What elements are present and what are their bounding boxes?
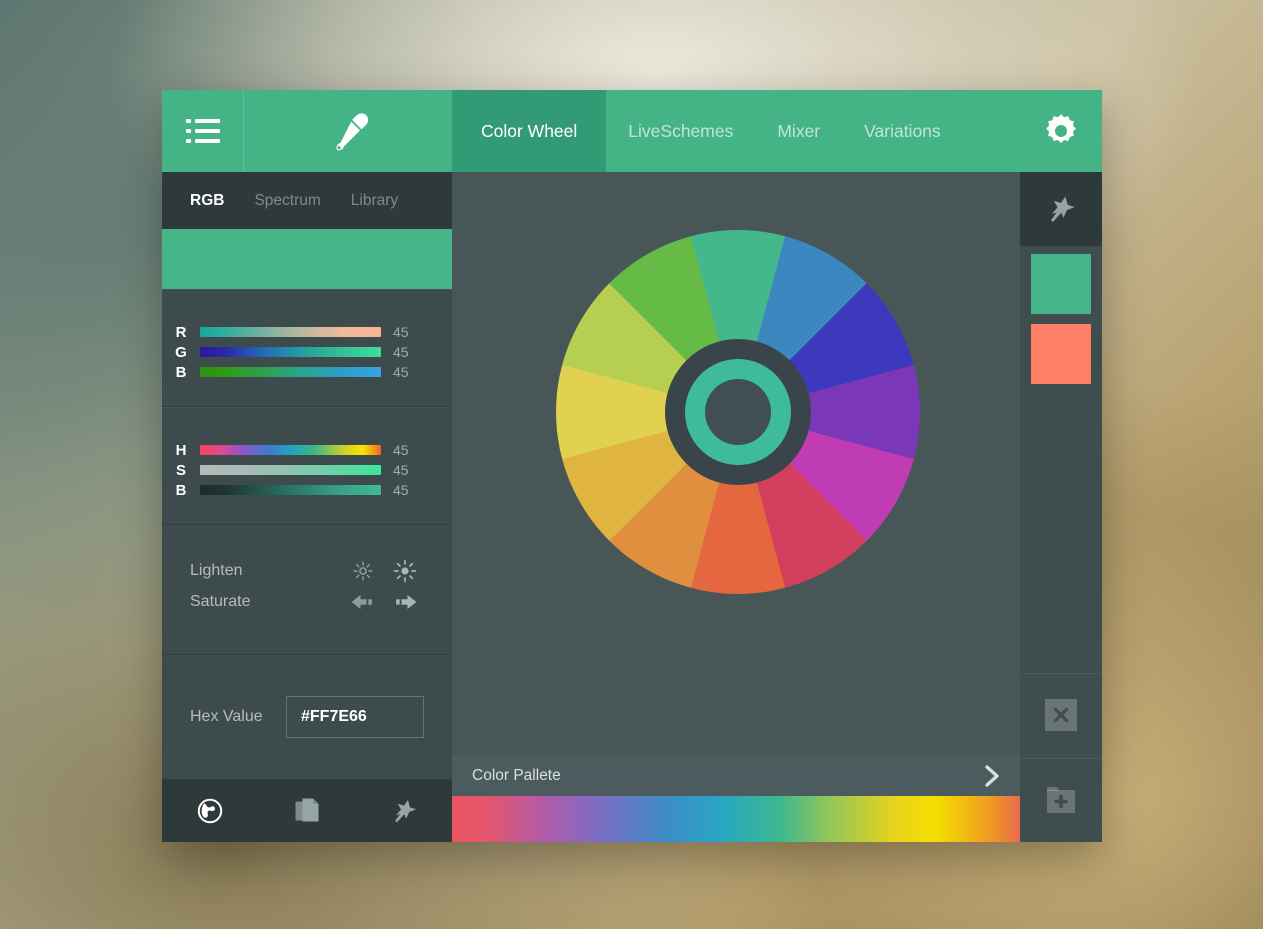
saturate-button[interactable]: [384, 592, 426, 612]
color-palette-header[interactable]: Color Pallete: [452, 755, 1020, 796]
subtab-library[interactable]: Library: [351, 192, 398, 210]
gear-icon: [1041, 111, 1081, 151]
wheel-hub-ring[interactable]: [685, 359, 791, 465]
slider-value-r: 45: [393, 324, 409, 340]
center-panel: Color Pallete: [452, 172, 1020, 842]
adjust-label-saturate: Saturate: [190, 593, 251, 610]
tab-mixer[interactable]: Mixer: [755, 90, 842, 172]
menu-button[interactable]: [162, 90, 243, 172]
slider-value-h: 45: [393, 442, 409, 458]
pin-icon: [389, 796, 419, 826]
top-toolbar: Color Wheel LiveSchemes Mixer Variations: [162, 90, 1102, 172]
eyedropper-button[interactable]: [244, 90, 452, 172]
sun-large-icon: [393, 559, 417, 583]
left-panel: RGB Spectrum Library R 45 G 45 B 45 H 45…: [162, 172, 452, 842]
remove-swatch-button[interactable]: [1020, 673, 1102, 757]
left-footer-toolbar: [162, 780, 452, 842]
web-colors-button[interactable]: [162, 780, 259, 842]
add-folder-icon: [1044, 784, 1078, 816]
current-color-preview[interactable]: [162, 229, 452, 289]
adjust-row-lighten: Lighten: [190, 558, 426, 584]
subtab-spectrum[interactable]: Spectrum: [254, 192, 320, 210]
slider-label-g: G: [175, 343, 187, 361]
hex-value-label: Hex Value: [190, 708, 263, 725]
color-palette-title: Color Pallete: [472, 766, 561, 784]
subtab-rgb[interactable]: RGB: [190, 192, 224, 210]
slider-value-g: 45: [393, 344, 409, 360]
slider-row-h: H 45: [162, 440, 452, 460]
adjust-group: Lighten Saturate: [162, 525, 452, 655]
tab-liveschemes[interactable]: LiveSchemes: [606, 90, 755, 172]
saved-swatch-green[interactable]: [1031, 254, 1091, 314]
screen: Color Wheel LiveSchemes Mixer Variations…: [0, 0, 1263, 929]
color-mode-tabs: RGB Spectrum Library: [162, 172, 452, 229]
hsb-slider-group: H 45 S 45 B 45: [162, 407, 452, 525]
slider-track-h[interactable]: [200, 445, 381, 455]
color-picker-window: Color Wheel LiveSchemes Mixer Variations…: [162, 90, 1102, 842]
rgb-slider-group: R 45 G 45 B 45: [162, 289, 452, 407]
close-x-icon: [1045, 699, 1077, 731]
slider-track-s[interactable]: [200, 465, 381, 475]
slider-row-brightness: B 45: [162, 480, 452, 500]
arrow-right-icon: [392, 592, 418, 612]
slider-label-b: B: [175, 363, 187, 381]
eyedropper-icon: [325, 108, 371, 154]
color-palette-strip[interactable]: [452, 796, 1020, 842]
color-wheel-area: [452, 172, 1020, 755]
color-wheel[interactable]: [556, 230, 920, 594]
darken-button[interactable]: [342, 560, 384, 582]
hex-value-row: Hex Value #FF7E66: [162, 655, 452, 780]
list-menu-icon: [185, 118, 220, 144]
slider-track-brightness[interactable]: [200, 485, 381, 495]
slider-value-s: 45: [393, 462, 409, 478]
slider-row-r: R 45: [162, 322, 452, 342]
saved-swatch-coral[interactable]: [1031, 324, 1091, 384]
adjust-row-saturate: Saturate: [190, 589, 426, 615]
slider-row-b: B 45: [162, 362, 452, 382]
slider-label-r: R: [175, 323, 187, 341]
chevron-right-icon[interactable]: [982, 764, 1002, 788]
slider-row-s: S 45: [162, 460, 452, 480]
slider-label-brightness: B: [175, 481, 187, 499]
tab-variations[interactable]: Variations: [842, 90, 963, 172]
tab-color-wheel[interactable]: Color Wheel: [452, 90, 607, 172]
sun-small-icon: [352, 560, 374, 582]
pin-icon: [1044, 192, 1078, 226]
slider-track-b[interactable]: [200, 367, 381, 377]
slider-row-g: G 45: [162, 342, 452, 362]
wheel-hub-outer: [665, 339, 811, 485]
slider-track-r[interactable]: [200, 327, 381, 337]
wheel-hub-inner: [705, 379, 771, 445]
adjust-label-lighten: Lighten: [190, 562, 243, 579]
globe-icon: [197, 798, 223, 824]
slider-value-b: 45: [393, 364, 409, 380]
lighten-button[interactable]: [384, 559, 426, 583]
pin-button[interactable]: [355, 780, 452, 842]
copy-icon: [294, 797, 320, 825]
slider-value-brightness: 45: [393, 482, 409, 498]
slider-label-h: H: [175, 441, 187, 459]
slider-label-s: S: [175, 461, 186, 479]
desaturate-button[interactable]: [342, 592, 384, 612]
arrow-left-icon: [350, 592, 376, 612]
copy-button[interactable]: [259, 780, 356, 842]
hex-value-input[interactable]: #FF7E66: [286, 696, 424, 738]
right-panel: [1020, 172, 1102, 842]
main-tabs: Color Wheel LiveSchemes Mixer Variations: [452, 90, 1020, 172]
settings-button[interactable]: [1020, 90, 1102, 172]
pin-panel-button[interactable]: [1020, 172, 1102, 246]
slider-track-g[interactable]: [200, 347, 381, 357]
add-swatch-button[interactable]: [1020, 758, 1102, 842]
